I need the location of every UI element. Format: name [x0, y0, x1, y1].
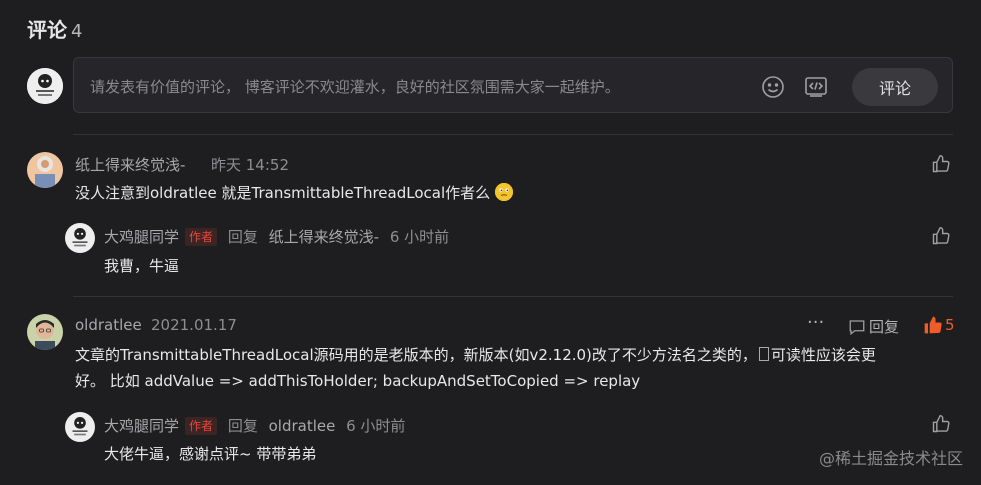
reply-header: 大鸡腿同学 作者 回复 纸上得来终觉浅- 6 小时前 [104, 226, 449, 247]
submit-comment-button[interactable]: 评论 [852, 68, 938, 106]
comment-author-name[interactable]: 纸上得来终觉浅- [75, 154, 185, 175]
comment-author-name[interactable]: oldratlee [75, 316, 142, 334]
comment-bubble-icon [849, 319, 865, 335]
thinking-emoji-icon [494, 183, 513, 201]
divider [73, 296, 953, 297]
comment-time: 昨天 14:52 [211, 156, 289, 174]
reply-text: 大佬牛逼，感谢点评~ 带带弟弟 [104, 445, 317, 463]
missing-glyph-box [758, 347, 769, 361]
watermark: @稀土掘金技术社区 [818, 449, 963, 468]
reply-author-name[interactable]: 大鸡腿同学 [104, 417, 179, 435]
like-count: 5 [945, 316, 955, 334]
reply-button[interactable]: 回复 [848, 316, 899, 337]
divider [73, 134, 953, 135]
like-button[interactable]: 5 [923, 315, 955, 335]
reply-button-label: 回复 [869, 318, 900, 336]
comment-text-line: 好。 比如 addValue => addThisToHolder; backu… [75, 372, 641, 390]
reply-to-name[interactable]: oldratlee [269, 417, 336, 435]
comment-author-avatar[interactable] [27, 314, 63, 350]
reply-author-avatar[interactable] [65, 223, 95, 253]
author-badge: 作者 [185, 228, 218, 246]
more-options-icon[interactable]: ··· [807, 312, 824, 333]
comment-author-avatar[interactable] [27, 152, 63, 188]
reply-text: 我曹，牛逼 [104, 257, 180, 275]
comments-title-label: 评论 [27, 18, 67, 42]
comment-text-line: 可读性应该会更 [770, 346, 876, 364]
comment-text-line: 文章的TransmittableThreadLocal源码用的是老版本的，新版本… [75, 346, 757, 364]
reply-word: 回复 [227, 417, 258, 435]
reply-time: 6 小时前 [389, 228, 450, 246]
thumbs-up-filled-icon [924, 316, 942, 334]
reply-word: 回复 [227, 228, 258, 246]
comment-time: 2021.01.17 [151, 316, 237, 334]
thumbs-up-icon[interactable] [931, 226, 953, 248]
emoji-icon[interactable] [760, 74, 786, 100]
comments-title: 评论 4 [27, 14, 82, 43]
reply-to-name[interactable]: 纸上得来终觉浅- [269, 228, 379, 246]
thumbs-up-icon[interactable] [931, 414, 953, 436]
current-user-avatar [27, 68, 63, 104]
reply-author-avatar[interactable] [65, 412, 95, 442]
comment-text: 没人注意到oldratlee 就是TransmittableThreadLoca… [75, 180, 513, 206]
author-badge: 作者 [185, 417, 218, 435]
comment-text-content: 没人注意到oldratlee 就是TransmittableThreadLoca… [75, 184, 491, 202]
reply-header: 大鸡腿同学 作者 回复 oldratlee 6 小时前 [104, 415, 405, 436]
comments-count: 4 [71, 21, 83, 42]
comment-input[interactable]: 请发表有价值的评论， 博客评论不欢迎灌水，良好的社区氛围需大家一起维护。 评论 [73, 57, 953, 113]
thumbs-up-icon[interactable] [931, 154, 953, 176]
reply-author-name[interactable]: 大鸡腿同学 [104, 228, 179, 246]
reply-time: 6 小时前 [346, 417, 406, 435]
comment-input-placeholder: 请发表有价值的评论， 博客评论不欢迎灌水，良好的社区氛围需大家一起维护。 [90, 78, 620, 96]
code-block-icon[interactable] [803, 74, 829, 100]
comment-text: 文章的TransmittableThreadLocal源码用的是老版本的，新版本… [75, 342, 955, 394]
